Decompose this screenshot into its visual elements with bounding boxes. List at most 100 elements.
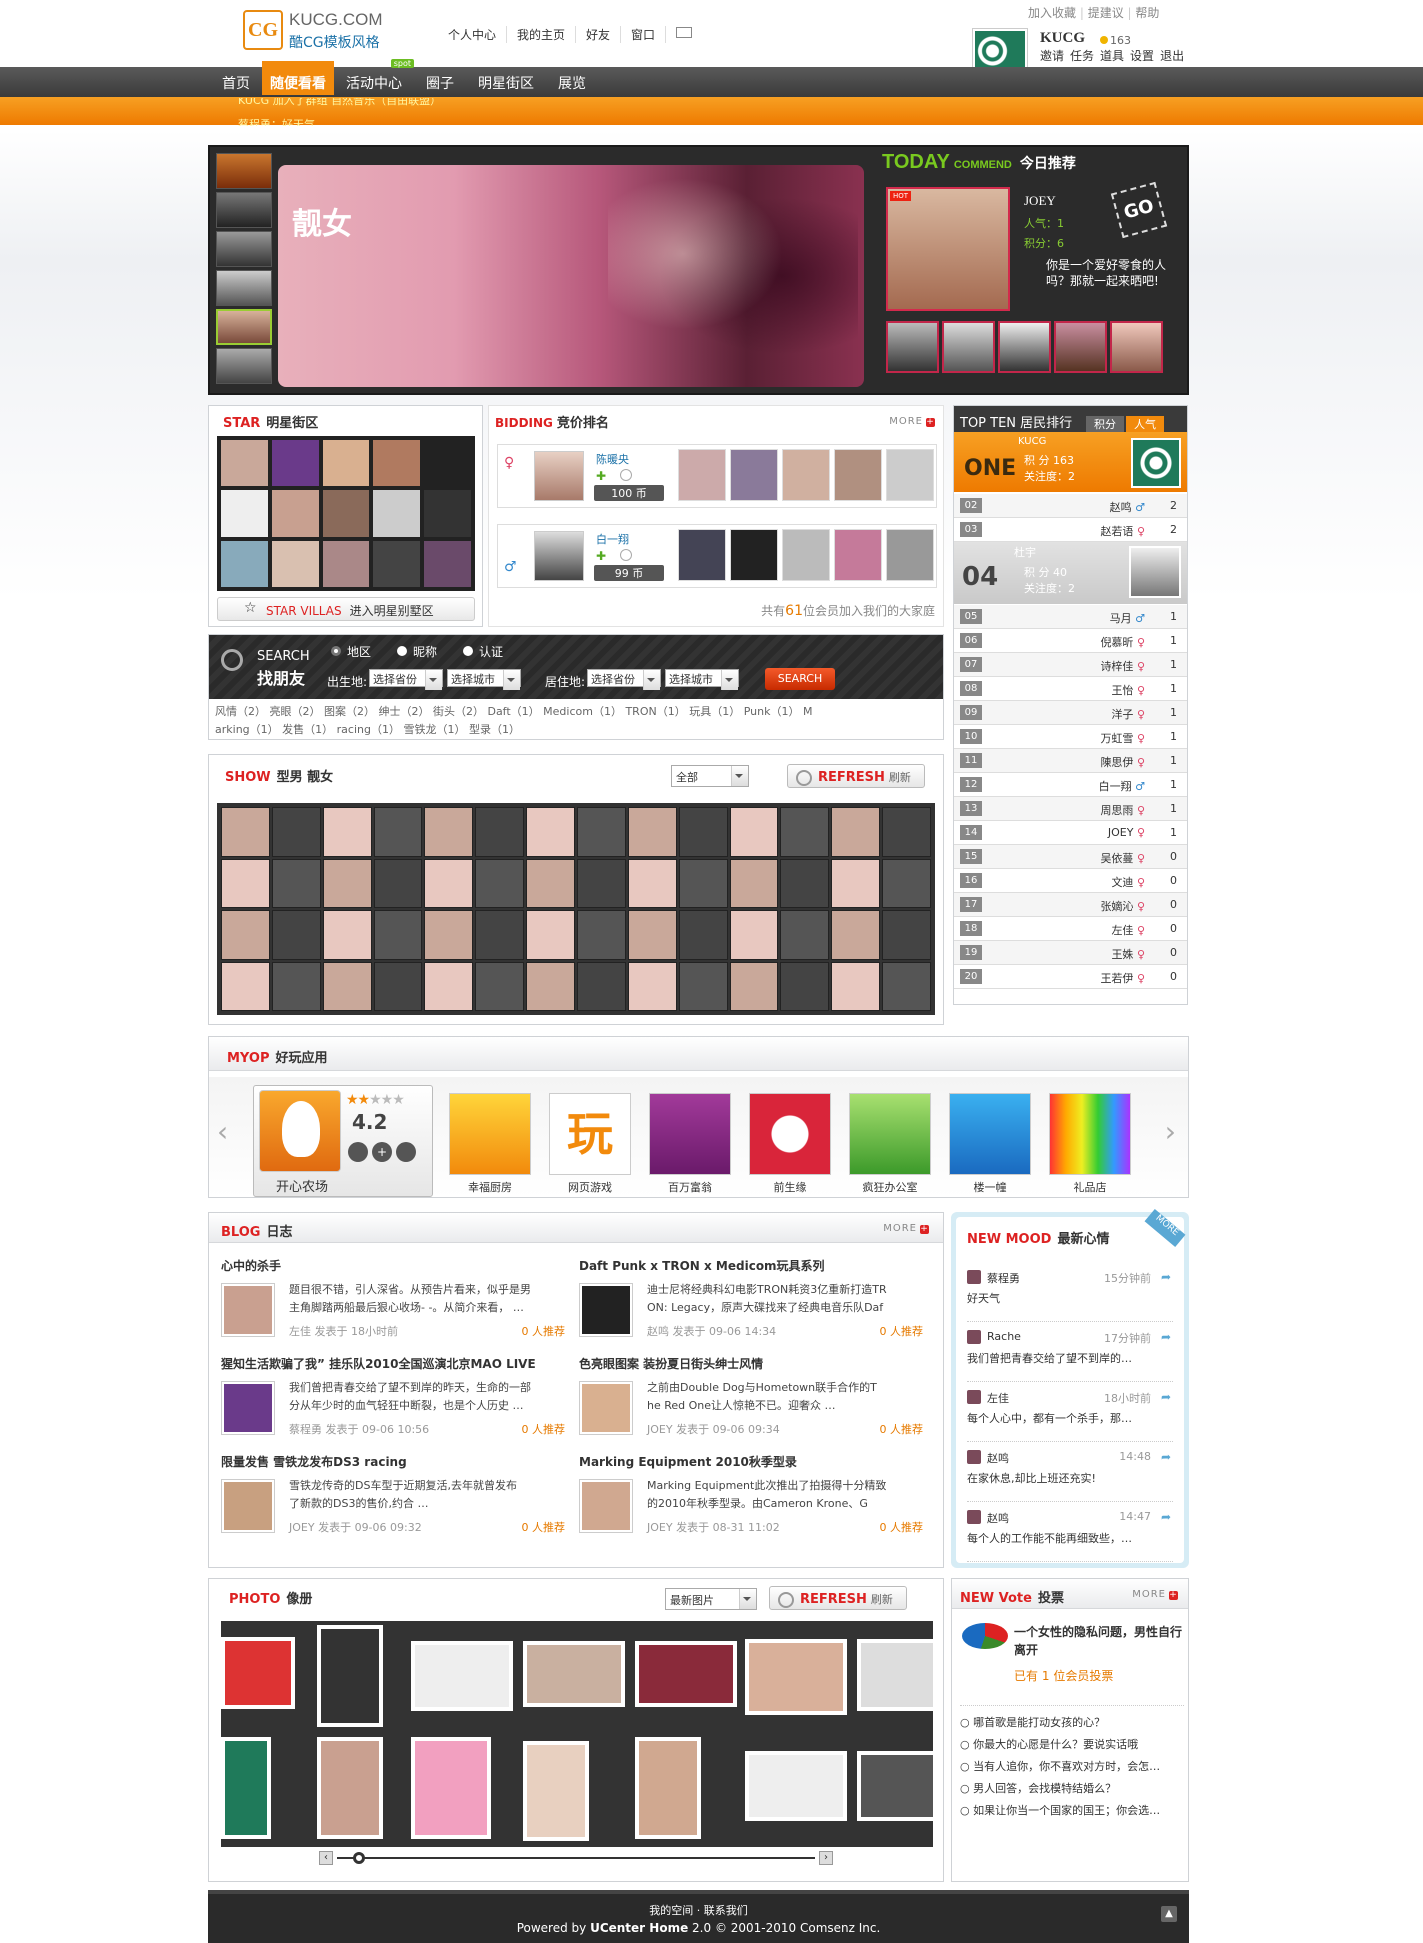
nav-browse[interactable]: 随便看看 (262, 61, 334, 95)
info-icon[interactable] (396, 1142, 416, 1162)
star-villas-button[interactable]: ☆ STAR VILLAS 进入明星别墅区 (217, 597, 475, 621)
banner-thumb-active[interactable] (216, 309, 272, 345)
rank-name[interactable]: 诗梓佳 ♀ (1100, 658, 1145, 674)
bid-thumb[interactable] (834, 529, 882, 581)
nav-star-street[interactable]: 明星街区 (466, 67, 546, 97)
blog-author-avatar[interactable] (221, 1381, 275, 1435)
rank-name[interactable]: 马月 ♂ (1110, 610, 1145, 626)
add-friend-icon[interactable]: ✚ (596, 549, 606, 563)
blog-item-title[interactable]: 色亮眼图案 装扮夏日街头绅士风情 (579, 1355, 929, 1372)
app-item[interactable]: 礼品店 (1049, 1093, 1131, 1195)
top-link-suggest[interactable]: 提建议 (1088, 6, 1124, 20)
show-thumb[interactable] (627, 910, 677, 960)
blog-item-recommend[interactable]: 0 人推荐 (522, 1323, 566, 1339)
photo-scroll-right-icon[interactable]: › (819, 1851, 833, 1865)
show-thumb[interactable] (577, 961, 626, 1011)
photo-thumb[interactable] (745, 1639, 847, 1715)
bid-thumb[interactable] (730, 529, 778, 581)
blog-item-recommend[interactable]: 0 人推荐 (880, 1323, 924, 1339)
app-item[interactable]: 前生缘 (749, 1093, 831, 1195)
show-thumb[interactable] (729, 910, 779, 960)
photo-scrollbar[interactable] (337, 1857, 815, 1859)
show-thumb[interactable] (882, 910, 931, 960)
show-thumb[interactable] (729, 961, 779, 1011)
vote-main-question[interactable]: 一个女性的隐私问题，男性自行离开 (1014, 1623, 1182, 1659)
show-thumb[interactable] (373, 910, 423, 960)
show-thumb[interactable] (882, 807, 931, 857)
show-thumb[interactable] (322, 858, 372, 908)
rank-name[interactable]: 吴依蔓 ♀ (1100, 850, 1145, 866)
mood-name[interactable]: 赵鸣 (987, 1450, 1009, 1466)
reply-icon[interactable]: ➦ (1161, 1270, 1171, 1284)
show-thumb[interactable] (322, 961, 372, 1011)
blog-author-avatar[interactable] (579, 1283, 633, 1337)
show-thumb[interactable] (271, 858, 321, 908)
radio-nickname[interactable]: 昵称 (397, 643, 437, 660)
photo-thumb[interactable] (745, 1751, 847, 1821)
rank-name[interactable]: 白一翔 ♂ (1099, 778, 1145, 794)
nav-exhibition[interactable]: 展览 (546, 67, 598, 97)
today-thumb[interactable] (1054, 321, 1107, 373)
rank-name[interactable]: 洋子 ♀ (1111, 706, 1145, 722)
photo-thumb[interactable] (411, 1641, 513, 1711)
reply-icon[interactable]: ➦ (1161, 1330, 1171, 1344)
photo-filter-select[interactable]: 最新图片 (665, 1588, 757, 1610)
radio-region[interactable]: 地区 (331, 643, 371, 660)
show-thumb[interactable] (780, 807, 830, 857)
photo-thumb[interactable] (221, 1737, 271, 1839)
user-link-props[interactable]: 道具 (1100, 47, 1124, 64)
show-thumb[interactable] (882, 961, 931, 1011)
today-photo[interactable]: HOT (886, 187, 1010, 311)
rank-name[interactable]: 赵鸣 ♂ (1110, 499, 1145, 515)
today-name[interactable]: JOEY (1024, 193, 1056, 209)
app-item[interactable]: 幸福厨房 (449, 1093, 531, 1195)
rank-row[interactable]: 20 王若伊 ♀ 0 (954, 965, 1187, 989)
vote-item[interactable]: ○ 如果让你当一个国家的国王；你会选… (960, 1800, 1184, 1822)
rank-name[interactable]: 王姝 ♀ (1111, 946, 1145, 962)
rank-one[interactable]: ONE KUCG 积 分 163 关注度：2 (954, 432, 1187, 492)
rank-row[interactable]: 10 万虹雪 ♀ 1 (954, 725, 1187, 749)
user-link-settings[interactable]: 设置 (1130, 47, 1154, 64)
vote-item[interactable]: ○ 你最大的心愿是什么？要说实话哦 (960, 1734, 1184, 1756)
rank-row[interactable]: 19 王姝 ♀ 0 (954, 941, 1187, 965)
featured-app-name[interactable]: 开心农场 (276, 1176, 328, 1195)
blog-author-avatar[interactable] (579, 1381, 633, 1435)
show-thumb[interactable] (678, 807, 728, 857)
banner-thumb[interactable] (216, 270, 272, 306)
rank-row[interactable]: 12 白一翔 ♂ 1 (954, 773, 1187, 797)
show-thumb[interactable] (729, 858, 779, 908)
photo-thumb[interactable] (857, 1639, 933, 1711)
photo-thumb[interactable] (523, 1741, 589, 1841)
show-thumb[interactable] (831, 910, 881, 960)
greet-icon[interactable] (620, 469, 632, 481)
bidding-more[interactable]: MORE (889, 416, 935, 427)
reply-icon[interactable]: ➦ (1161, 1510, 1171, 1524)
add-friend-icon[interactable]: ✚ (596, 469, 606, 483)
photo-thumb[interactable] (221, 1637, 295, 1709)
show-thumb[interactable] (831, 858, 881, 908)
blog-item-title[interactable]: Marking Equipment 2010秋季型录 (579, 1453, 929, 1470)
show-thumb[interactable] (780, 910, 830, 960)
search-button[interactable]: SEARCH (765, 668, 835, 690)
nav-activity[interactable]: 活动中心 spot (334, 59, 414, 97)
show-thumb[interactable] (882, 858, 931, 908)
blog-author-avatar[interactable] (221, 1283, 275, 1337)
blog-item-title[interactable]: 心中的杀手 (221, 1257, 571, 1274)
rank-row[interactable]: 14 JOEY ♀ 1 (954, 821, 1187, 845)
photo-scroll-thumb[interactable] (353, 1852, 365, 1864)
nav-feed-2[interactable]: 蔡程勇：好天气 (238, 118, 315, 126)
show-thumb[interactable] (221, 910, 270, 960)
header-nav-personal[interactable]: 个人中心 (438, 26, 508, 43)
banner-thumb[interactable] (216, 231, 272, 267)
vote-more[interactable]: MORE (1132, 1589, 1178, 1600)
show-thumb[interactable] (424, 961, 474, 1011)
rank-name[interactable]: 陳思伊 ♀ (1100, 754, 1145, 770)
user-link-task[interactable]: 任务 (1070, 47, 1094, 64)
user-link-invite[interactable]: 邀请 (1040, 47, 1064, 64)
vote-item[interactable]: ○ 男人回答，会找模特结婚么？ (960, 1778, 1184, 1800)
show-thumb[interactable] (373, 961, 423, 1011)
search-tags-1[interactable]: 风情（2） 亮眼（2） 图案（2） 绅士（2） 街头（2） Daft（1） Me… (215, 703, 812, 719)
blog-item-title[interactable]: 限量发售 雪铁龙发布DS3 racing (221, 1453, 571, 1470)
mood-name[interactable]: Rache (987, 1330, 1021, 1343)
logo[interactable]: CG KUCG.COM 酷CG模板风格 (243, 10, 383, 54)
